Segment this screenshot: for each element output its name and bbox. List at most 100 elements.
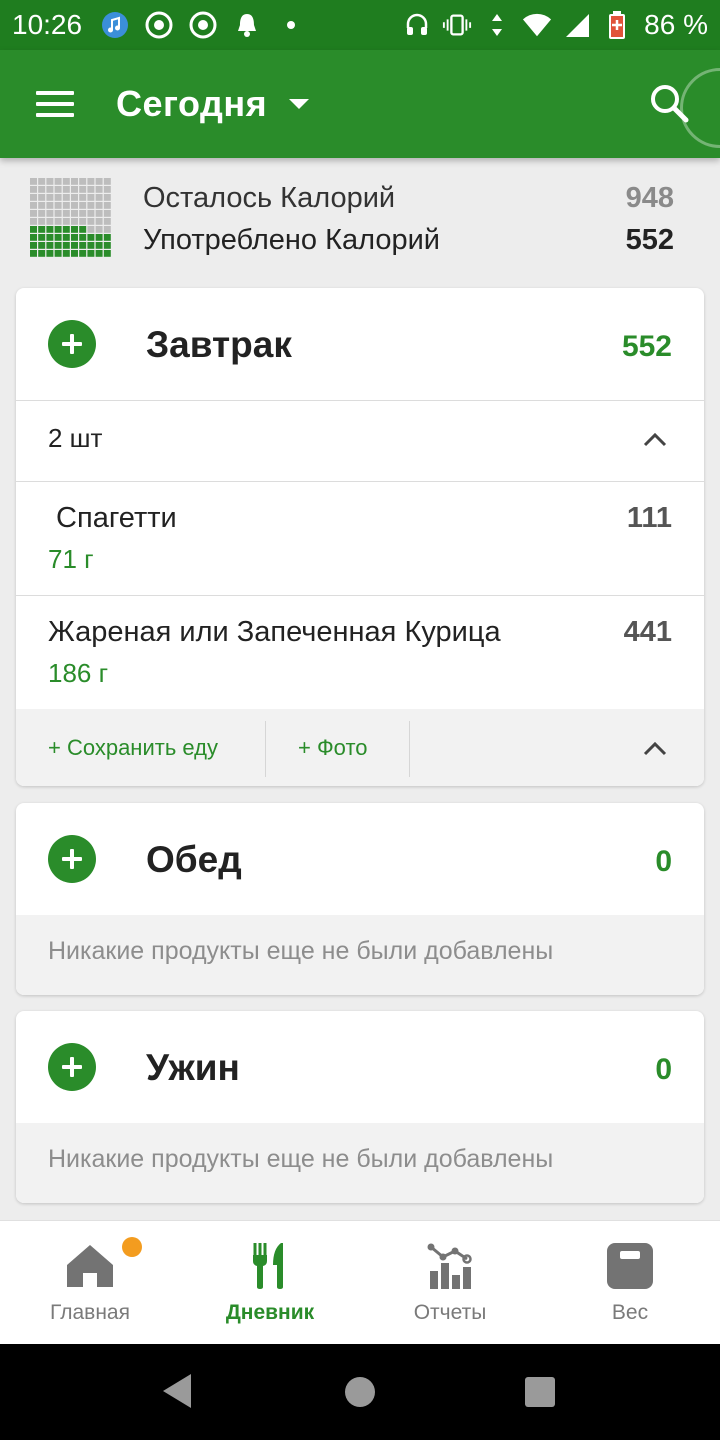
calorie-grid-icon (30, 178, 111, 257)
calorie-grid-cell (62, 250, 70, 257)
notification-badge (122, 1237, 142, 1257)
calorie-grid-cell (38, 226, 46, 233)
nav-label: Дневник (225, 1301, 315, 1324)
calorie-grid-cell (103, 178, 111, 185)
app-screen: 10:26 86 % Сегодня Осталось Калорий 948 … (0, 0, 720, 1440)
calorie-grid-cell (79, 218, 87, 225)
calorie-grid-cell (30, 242, 37, 249)
meal-header[interactable]: Обед 0 (16, 803, 704, 915)
calorie-grid-cell (71, 234, 78, 241)
add-photo-button[interactable]: + Фото (298, 735, 368, 761)
calorie-grid-cell (87, 210, 95, 217)
calorie-grid-cell (54, 194, 62, 201)
consumed-row: Употреблено Калорий 552 (143, 224, 674, 257)
meal-header[interactable]: Завтрак 552 (16, 288, 704, 400)
calorie-grid-cell (71, 218, 78, 225)
calorie-grid-cell (87, 194, 95, 201)
calorie-grid-cell (87, 178, 95, 185)
calorie-grid-cell (30, 218, 37, 225)
meal-header[interactable]: Ужин 0 (16, 1011, 704, 1123)
calorie-grid-cell (103, 186, 111, 193)
calorie-grid-cell (54, 250, 62, 257)
calorie-grid-cell (79, 250, 87, 257)
calorie-grid-cell (95, 202, 103, 209)
food-name: Жареная или Запеченная Курица (48, 616, 501, 648)
calorie-grid-cell (54, 218, 62, 225)
item-count-row[interactable]: 2 шт (16, 401, 704, 481)
calorie-grid-cell (46, 242, 54, 249)
meal-calories: 0 (655, 1053, 672, 1086)
food-amount: 186 г (48, 658, 109, 688)
home-circle-icon[interactable] (345, 1377, 375, 1407)
calorie-grid-cell (46, 218, 54, 225)
calorie-grid-cell (62, 202, 70, 209)
meal-card-lunch: Обед 0 Никакие продукты еще не были доба… (16, 803, 704, 995)
calorie-grid-cell (79, 242, 87, 249)
calorie-grid-cell (79, 186, 87, 193)
meal-name: Ужин (146, 1047, 240, 1088)
data-arrows-icon (482, 10, 512, 40)
nav-item-diary[interactable]: Дневник (180, 1221, 360, 1345)
meal-calories: 0 (655, 845, 672, 878)
add-food-icon[interactable] (48, 1043, 96, 1091)
calorie-grid-cell (95, 178, 103, 185)
food-item-row[interactable]: Спагетти 71 г 111 (16, 482, 704, 595)
food-amount: 71 г (48, 544, 94, 574)
calorie-grid-cell (30, 194, 37, 201)
back-icon[interactable] (163, 1374, 191, 1408)
calorie-grid-cell (38, 202, 46, 209)
wifi-icon (522, 10, 552, 40)
calorie-grid-cell (30, 226, 37, 233)
calorie-grid-cell (79, 210, 87, 217)
add-food-icon[interactable] (48, 835, 96, 883)
calorie-grid-cell (46, 186, 54, 193)
calorie-grid-cell (95, 242, 103, 249)
calorie-grid-cell (38, 242, 46, 249)
save-meal-button[interactable]: + Сохранить еду (48, 735, 218, 761)
calorie-grid-cell (87, 234, 95, 241)
calorie-grid-cell (38, 234, 46, 241)
calorie-grid-cell (54, 186, 62, 193)
battery-percent: 86 % (644, 9, 708, 40)
calorie-grid-cell (103, 202, 111, 209)
calorie-grid-cell (38, 250, 46, 257)
date-selector[interactable]: Сегодня (116, 83, 310, 125)
calorie-grid-cell (38, 178, 46, 185)
meal-footer: + Сохранить еду + Фото (16, 709, 704, 786)
calorie-grid-cell (38, 210, 46, 217)
food-item-row[interactable]: Жареная или Запеченная Курица 186 г 441 (16, 596, 704, 709)
calorie-grid-cell (30, 250, 37, 257)
menu-icon[interactable] (22, 72, 86, 136)
calorie-grid-cell (71, 242, 78, 249)
nav-item-weight[interactable]: Вес (540, 1221, 720, 1345)
app-bar: Сегодня (0, 50, 720, 158)
calorie-grid-cell (87, 218, 95, 225)
calorie-grid-cell (103, 226, 111, 233)
nav-item-reports[interactable]: Отчеты (360, 1221, 540, 1345)
calorie-grid-cell (62, 234, 70, 241)
scale-icon (607, 1243, 653, 1289)
calorie-grid-cell (62, 186, 70, 193)
food-calories: 441 (623, 616, 672, 648)
chevron-up-icon[interactable] (642, 427, 668, 453)
calorie-grid-cell (30, 202, 37, 209)
divider (265, 721, 266, 777)
calorie-grid-cell (71, 210, 78, 217)
consumed-label: Употреблено Калорий (143, 224, 441, 256)
chart-icon (427, 1243, 472, 1289)
recent-apps-icon[interactable] (525, 1377, 555, 1407)
chrome-icon (144, 10, 174, 40)
calorie-grid-cell (79, 234, 87, 241)
nav-label: Главная (50, 1301, 130, 1324)
chevron-up-icon[interactable] (642, 736, 668, 762)
calorie-grid-cell (95, 194, 103, 201)
overlay-ring (680, 68, 720, 148)
nav-item-home[interactable]: Главная (0, 1221, 180, 1345)
calorie-grid-cell (62, 210, 70, 217)
add-food-icon[interactable] (48, 320, 96, 368)
calorie-grid-cell (71, 194, 78, 201)
calorie-summary[interactable]: Осталось Калорий 948 Употреблено Калорий… (0, 170, 720, 270)
calorie-grid-cell (46, 234, 54, 241)
calorie-grid-cell (54, 202, 62, 209)
fork-knife-icon (253, 1243, 283, 1289)
